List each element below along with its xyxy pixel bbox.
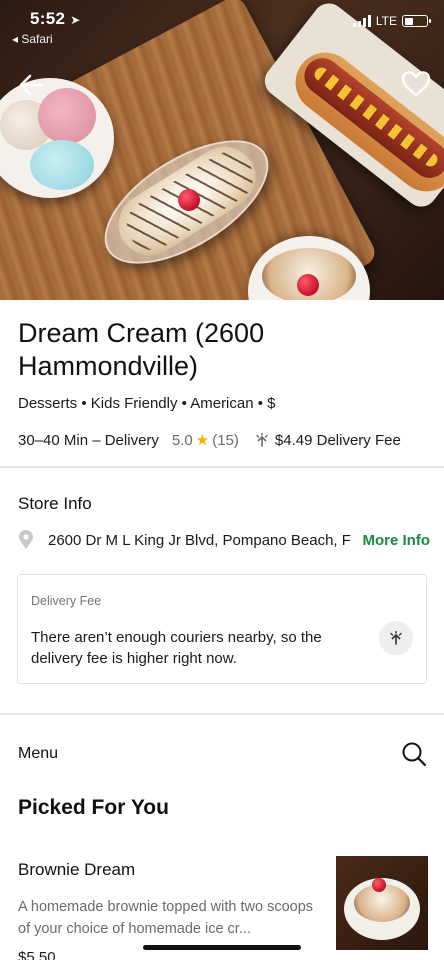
fee-notice-message: There aren’t enough couriers nearby, so …: [31, 629, 322, 667]
network-label: LTE: [375, 14, 397, 28]
back-button[interactable]: [14, 68, 48, 102]
surge-arrow-icon: [390, 631, 402, 645]
status-time-text: 5:52: [30, 9, 66, 28]
surge-arrow-icon: [255, 433, 269, 447]
store-categories: Desserts • Kids Friendly • American • $: [18, 395, 276, 412]
divider: [0, 466, 444, 468]
section-title-picked: Picked For You: [18, 796, 169, 819]
address-row: 2600 Dr M L King Jr Blvd, Pompano Beach,…: [18, 530, 430, 550]
store-meta: 30–40 Min – Delivery 5.0 ★ (15) $4.49 De…: [18, 431, 401, 450]
home-indicator[interactable]: [143, 945, 301, 950]
more-info-link[interactable]: More Info: [363, 532, 431, 549]
menu-label: Menu: [18, 745, 59, 762]
signal-icon: [352, 15, 371, 27]
menu-item-image: [336, 856, 428, 950]
store-info-title: Store Info: [18, 494, 92, 513]
menu-item-price: $5.50: [18, 949, 56, 960]
fee-notice-label: Delivery Fee: [31, 594, 102, 608]
cherry: [178, 189, 200, 211]
delivery-fee-notice: Delivery Fee There aren’t enough courier…: [17, 574, 427, 684]
store-address: 2600 Dr M L King Jr Blvd, Pompano Beach,…: [48, 531, 352, 549]
ice-cream-scoop: [30, 140, 94, 190]
delivery-time: 30–40 Min – Delivery: [18, 431, 159, 449]
battery-icon: [402, 15, 431, 27]
favorite-button[interactable]: [400, 68, 432, 100]
hero-image: 5:52 ➤ ◂ Safari LTE: [0, 0, 444, 300]
menu-item-name: Brownie Dream: [18, 860, 136, 879]
fee-notice-badge: [379, 621, 413, 655]
rating-count: (15): [212, 431, 239, 449]
delivery-fee: $4.49 Delivery Fee: [274, 431, 401, 449]
star-icon: ★: [195, 432, 210, 449]
menu-item-description: A homemade brownie topped with two scoop…: [18, 899, 314, 937]
status-time: 5:52 ➤: [30, 9, 81, 29]
divider: [0, 713, 444, 715]
location-arrow-icon: ➤: [70, 13, 81, 27]
status-back-to-safari[interactable]: ◂ Safari: [12, 32, 53, 46]
store-name: Dream Cream (2600 Hammondville): [18, 318, 265, 381]
back-arrow-icon: [19, 74, 44, 96]
status-indicators: LTE: [352, 14, 431, 28]
location-pin-icon: [18, 530, 34, 550]
rating-value: 5.0: [171, 431, 193, 449]
heart-icon: [401, 71, 431, 97]
cherry: [297, 274, 319, 296]
search-icon: [402, 742, 427, 767]
menu-search-button[interactable]: [400, 740, 428, 768]
